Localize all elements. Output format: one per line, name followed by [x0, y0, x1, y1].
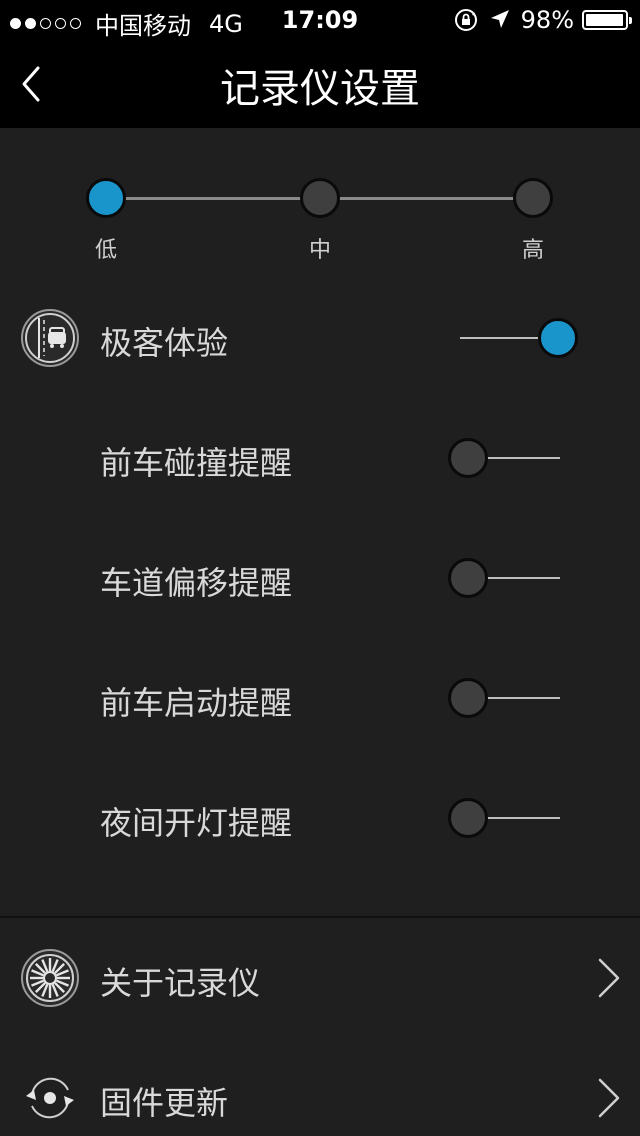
level-label: 高: [521, 238, 544, 263]
location-arrow-icon: [490, 10, 509, 28]
menu-label: 固件更新: [100, 1084, 229, 1122]
setting-label: 夜间开灯提醒: [100, 804, 293, 842]
level-knob-1[interactable]: [300, 178, 340, 218]
level-label: 低: [94, 238, 117, 263]
setting-row: 前车碰撞提醒: [0, 398, 640, 518]
chevron-right-icon: [598, 1078, 620, 1118]
setting-toggle[interactable]: [448, 556, 568, 600]
menu-row[interactable]: 关于记录仪: [0, 918, 640, 1038]
toggle-knob[interactable]: [448, 678, 488, 718]
setting-label: 车道偏移提醒: [100, 564, 293, 602]
setting-toggle[interactable]: [448, 676, 568, 720]
setting-label: 前车启动提醒: [100, 684, 293, 722]
setting-row: 前车启动提醒: [0, 638, 640, 758]
setting-label: 前车碰撞提醒: [100, 444, 293, 482]
level-label: 中: [308, 238, 331, 263]
level-knob-0[interactable]: [86, 178, 126, 218]
page-title: 记录仪设置: [220, 66, 420, 112]
battery-icon: [582, 10, 632, 30]
sensitivity-slider[interactable]: 低中高: [0, 128, 640, 288]
rotation-lock-icon: [454, 9, 477, 31]
navigation-bar: 记录仪设置: [0, 40, 640, 128]
toggle-knob[interactable]: [448, 438, 488, 478]
car-lane-icon: [21, 309, 79, 367]
refresh-icon: [26, 1077, 74, 1119]
screen: 中国移动 4G 17:09 98% 记录仪设置 低 中 高 极客体验 前车碰撞提…: [0, 0, 640, 1136]
toggle-knob[interactable]: [448, 558, 488, 598]
toggle-knob[interactable]: [448, 798, 488, 838]
battery-percent: 98%: [520, 6, 574, 34]
setting-label: 极客体验: [100, 324, 229, 362]
menu-label: 关于记录仪: [100, 964, 261, 1002]
toggle-knob[interactable]: [538, 318, 578, 358]
setting-toggle[interactable]: [448, 796, 568, 840]
status-bar: 中国移动 4G 17:09 98%: [0, 0, 640, 40]
setting-toggle[interactable]: [460, 316, 580, 360]
level-knob-2[interactable]: [513, 178, 553, 218]
wheel-icon: [21, 949, 79, 1007]
setting-toggle[interactable]: [448, 436, 568, 480]
setting-row: 车道偏移提醒: [0, 518, 640, 638]
chevron-right-icon: [598, 958, 620, 998]
setting-row: 夜间开灯提醒: [0, 758, 640, 878]
top-bar: 中国移动 4G 17:09 98% 记录仪设置: [0, 0, 640, 128]
menu-row[interactable]: 固件更新: [0, 1038, 640, 1136]
setting-row: 极客体验: [0, 278, 640, 398]
